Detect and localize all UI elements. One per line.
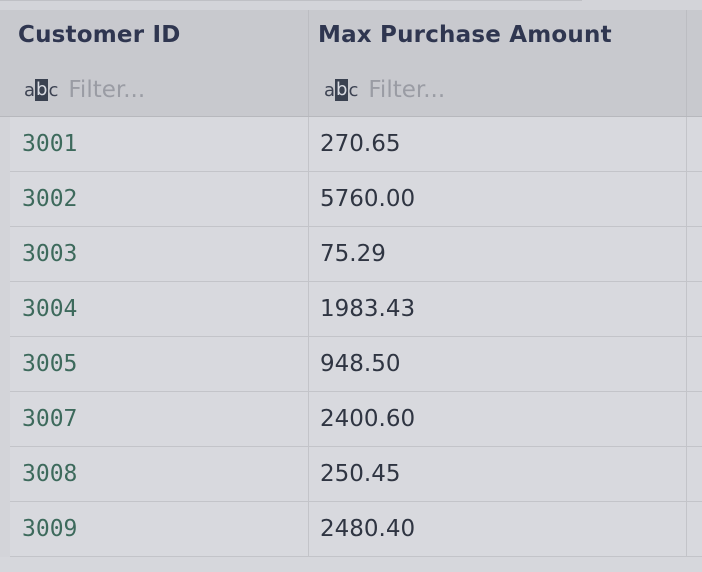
- table-row[interactable]: 3005 948.50: [10, 337, 702, 392]
- column-divider: [686, 117, 687, 557]
- grid-top-strip: [0, 0, 702, 10]
- cell-max-purchase-amount[interactable]: 948.50: [320, 337, 400, 391]
- cell-max-purchase-amount[interactable]: 270.65: [320, 117, 400, 171]
- cell-max-purchase-amount[interactable]: 5760.00: [320, 172, 415, 226]
- cell-max-purchase-amount[interactable]: 1983.43: [320, 282, 415, 336]
- header-column-divider[interactable]: [686, 10, 687, 116]
- cell-max-purchase-amount[interactable]: 250.45: [320, 447, 400, 501]
- filter-input-customer-id[interactable]: [68, 77, 289, 103]
- table-row[interactable]: 3003 75.29: [10, 227, 702, 282]
- filter-max-purchase-amount[interactable]: abc: [324, 75, 589, 105]
- abc-text-type-icon: abc: [24, 79, 59, 101]
- cell-customer-id[interactable]: 3001: [22, 117, 77, 171]
- header-column-divider[interactable]: [308, 10, 309, 116]
- cell-customer-id[interactable]: 3008: [22, 447, 77, 501]
- table-row[interactable]: 3009 2480.40: [10, 502, 702, 557]
- cell-customer-id[interactable]: 3004: [22, 282, 77, 336]
- filter-input-max-purchase-amount[interactable]: [368, 77, 589, 103]
- cell-max-purchase-amount[interactable]: 75.29: [320, 227, 386, 281]
- cell-max-purchase-amount[interactable]: 2480.40: [320, 502, 415, 556]
- cell-customer-id[interactable]: 3003: [22, 227, 77, 281]
- column-divider: [308, 117, 309, 557]
- grid-bottom-strip: [0, 557, 702, 572]
- data-grid: Customer ID Max Purchase Amount abc abc …: [0, 0, 702, 572]
- cell-max-purchase-amount[interactable]: 2400.60: [320, 392, 415, 446]
- column-header-max-purchase-amount[interactable]: Max Purchase Amount: [318, 22, 612, 48]
- table-row[interactable]: 3008 250.45: [10, 447, 702, 502]
- table-row[interactable]: 3004 1983.43: [10, 282, 702, 337]
- column-header-customer-id[interactable]: Customer ID: [18, 22, 181, 48]
- filter-customer-id[interactable]: abc: [24, 75, 289, 105]
- abc-text-type-icon: abc: [324, 79, 359, 101]
- grid-body: 3001 270.65 3002 5760.00 3003 75.29 3004…: [10, 117, 702, 557]
- cell-customer-id[interactable]: 3007: [22, 392, 77, 446]
- table-row[interactable]: 3002 5760.00: [10, 172, 702, 227]
- cell-customer-id[interactable]: 3002: [22, 172, 77, 226]
- cell-customer-id[interactable]: 3009: [22, 502, 77, 556]
- table-row[interactable]: 3001 270.65: [10, 117, 702, 172]
- table-row[interactable]: 3007 2400.60: [10, 392, 702, 447]
- cell-customer-id[interactable]: 3005: [22, 337, 77, 391]
